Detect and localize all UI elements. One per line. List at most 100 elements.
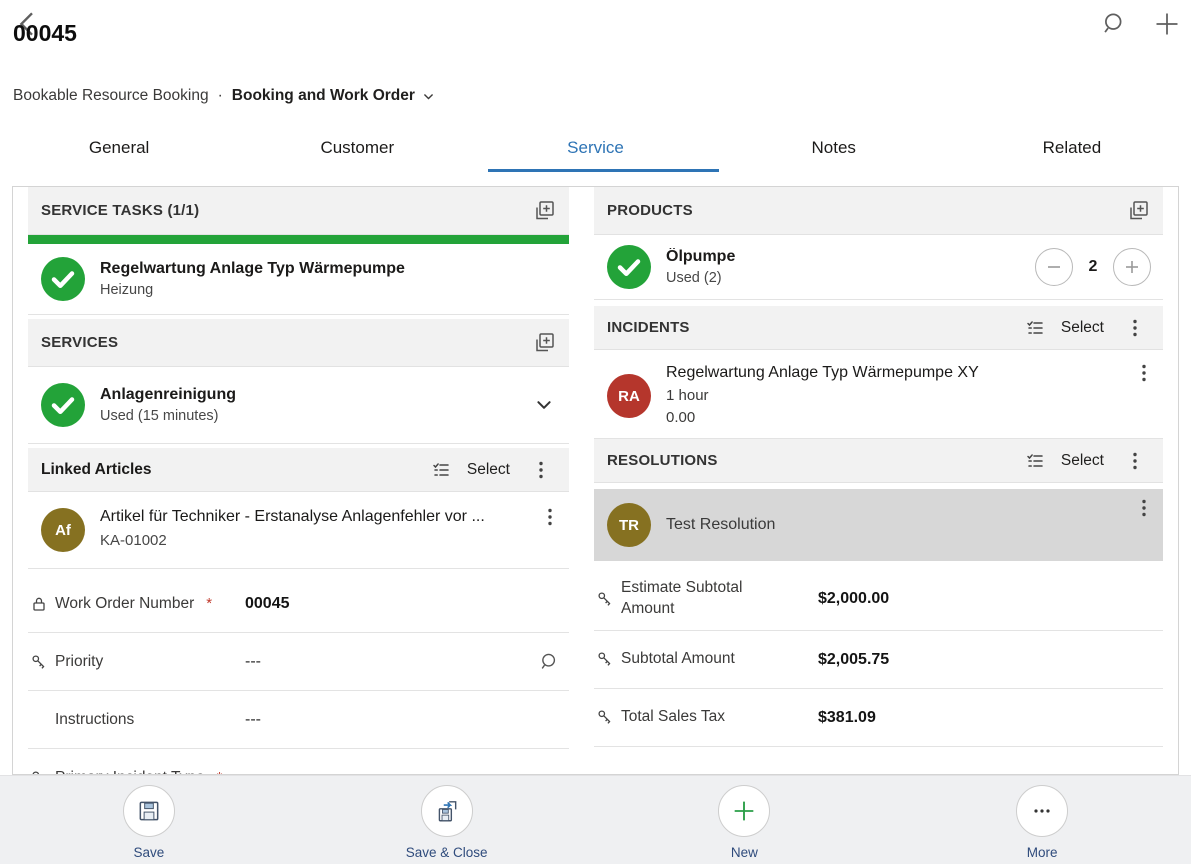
expand-service-button[interactable] <box>535 396 553 414</box>
product-title: Ölpumpe <box>666 248 735 266</box>
increase-quantity-button[interactable] <box>1113 248 1151 286</box>
field-priority[interactable]: Priority --- <box>28 633 569 691</box>
service-text: Anlagenreinigung Used (15 minutes) <box>100 386 236 424</box>
tab-related[interactable]: Related <box>953 126 1191 173</box>
add-product-button[interactable] <box>1126 199 1150 223</box>
service-row[interactable]: Anlagenreinigung Used (15 minutes) <box>28 367 569 444</box>
product-subtitle: Used (2) <box>666 270 735 286</box>
add-service-button[interactable] <box>532 331 556 355</box>
linked-article-more-button[interactable] <box>539 508 561 526</box>
tab-service[interactable]: Service <box>476 126 714 173</box>
incident-amount: 0.00 <box>666 409 979 426</box>
tab-notes[interactable]: Notes <box>715 126 953 173</box>
new-button[interactable]: New <box>596 776 894 864</box>
services-title: SERVICES <box>41 334 118 351</box>
field-value: $381.09 <box>818 709 876 727</box>
vertical-ellipsis-icon <box>1133 452 1137 470</box>
linked-articles-title: Linked Articles <box>41 461 152 479</box>
vertical-ellipsis-icon <box>539 461 543 479</box>
chevron-down-icon <box>535 396 553 414</box>
minus-icon <box>1044 257 1064 277</box>
products-header: PRODUCTS <box>594 187 1163 235</box>
multiselect-toggle[interactable] <box>1025 318 1045 338</box>
more-button[interactable]: More <box>893 776 1191 864</box>
add-record-icon <box>532 331 556 355</box>
multiselect-icon <box>1025 451 1045 471</box>
lock-icon <box>31 596 47 612</box>
linked-articles-select-button[interactable]: Select <box>467 461 510 479</box>
field-label: Work Order Number * <box>28 595 245 613</box>
new-label: New <box>731 845 758 860</box>
field-subtotal: Subtotal Amount $2,005.75 <box>594 631 1163 689</box>
check-circle-icon <box>41 383 85 427</box>
service-task-subtitle: Heizung <box>100 282 405 298</box>
service-subtitle: Used (15 minutes) <box>100 408 236 424</box>
save-and-close-button[interactable]: Save & Close <box>298 776 596 864</box>
resolution-more-button[interactable] <box>1133 499 1155 517</box>
key-icon <box>597 591 613 607</box>
priority-lookup-button[interactable] <box>539 651 561 673</box>
add-service-task-button[interactable] <box>532 199 556 223</box>
app-header: 00045 Bookable Resource Booking · Bookin… <box>0 0 1191 128</box>
search-button[interactable] <box>1101 10 1129 38</box>
field-primary-incident-type[interactable]: Primary Incident Type * <box>28 749 569 775</box>
multiselect-toggle[interactable] <box>431 460 451 480</box>
separator: · <box>218 87 223 105</box>
field-work-order-number: Work Order Number * 00045 <box>28 575 569 633</box>
more-button-circle <box>1016 785 1068 837</box>
save-and-close-label: Save & Close <box>406 845 488 860</box>
more-label: More <box>1027 845 1058 860</box>
incidents-more-button[interactable] <box>1124 319 1146 337</box>
tab-customer[interactable]: Customer <box>238 126 476 173</box>
quick-create-button[interactable] <box>1153 10 1181 38</box>
incidents-header: INCIDENTS Select <box>594 306 1163 350</box>
incident-row[interactable]: RA Regelwartung Anlage Typ Wärmepumpe XY… <box>594 350 1163 439</box>
multiselect-toggle[interactable] <box>1025 451 1045 471</box>
field-value: $2,005.75 <box>818 651 889 669</box>
service-tasks-header: SERVICE TASKS (1/1) <box>28 187 569 235</box>
field-label: Subtotal Amount <box>594 649 818 670</box>
left-fields: Work Order Number * 00045 Priority --- I… <box>28 575 569 775</box>
incidents-select-button[interactable]: Select <box>1061 319 1104 337</box>
resolutions-select-button[interactable]: Select <box>1061 452 1104 470</box>
field-label: Total Sales Tax <box>594 707 818 728</box>
linked-article-text: Artikel für Techniker - Erstanalyse Anla… <box>100 508 485 549</box>
resolution-row-selected[interactable]: TR Test Resolution <box>594 489 1163 561</box>
plus-green-icon <box>730 797 758 825</box>
products-title: PRODUCTS <box>607 202 693 219</box>
tab-general[interactable]: General <box>0 126 238 173</box>
page-title: 00045 <box>13 20 77 47</box>
linked-articles-more-button[interactable] <box>530 461 552 479</box>
add-record-icon <box>532 199 556 223</box>
key-icon <box>31 654 47 670</box>
avatar: TR <box>607 503 651 547</box>
incidents-title: INCIDENTS <box>607 319 690 336</box>
form-selector[interactable]: Booking and Work Order <box>232 87 435 105</box>
incident-more-button[interactable] <box>1133 364 1155 382</box>
decrease-quantity-button[interactable] <box>1035 248 1073 286</box>
check-circle-icon <box>41 257 85 301</box>
services-header: SERVICES <box>28 319 569 367</box>
save-label: Save <box>133 845 164 860</box>
field-label: Estimate Subtotal Amount <box>594 578 818 620</box>
incident-text: Regelwartung Anlage Typ Wärmepumpe XY 1 … <box>666 364 979 426</box>
save-and-close-button-circle <box>421 785 473 837</box>
field-instructions[interactable]: Instructions --- <box>28 691 569 749</box>
save-button[interactable]: Save <box>0 776 298 864</box>
resolutions-more-button[interactable] <box>1124 452 1146 470</box>
avatar: RA <box>607 374 651 418</box>
service-tab-content: SERVICE TASKS (1/1) Regelwartung Anlage … <box>12 186 1179 775</box>
product-row[interactable]: Ölpumpe Used (2) 2 <box>594 235 1163 300</box>
new-button-circle <box>718 785 770 837</box>
linked-article-number: KA-01002 <box>100 532 485 549</box>
multiselect-icon <box>431 460 451 480</box>
save-icon <box>136 798 162 824</box>
plus-icon <box>1122 257 1142 277</box>
linked-article-row[interactable]: Af Artikel für Techniker - Erstanalyse A… <box>28 492 569 569</box>
service-task-title: Regelwartung Anlage Typ Wärmepumpe <box>100 260 405 278</box>
field-value: 00045 <box>245 595 290 613</box>
save-button-circle <box>123 785 175 837</box>
field-value: --- <box>245 711 261 729</box>
service-task-row[interactable]: Regelwartung Anlage Typ Wärmepumpe Heizu… <box>28 244 569 315</box>
tab-bar: General Customer Service Notes Related <box>0 126 1191 173</box>
